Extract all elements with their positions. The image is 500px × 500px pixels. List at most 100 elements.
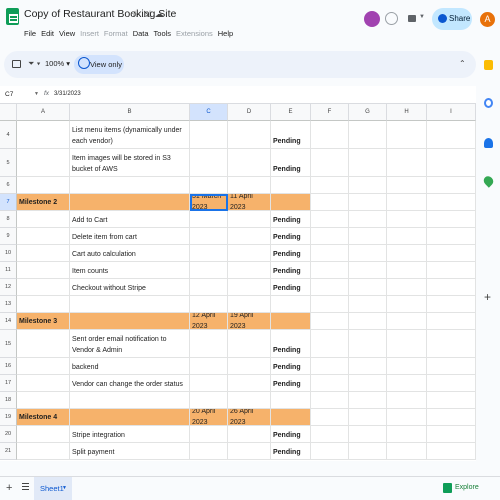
cell-g4[interactable] bbox=[349, 121, 387, 149]
cell-g8[interactable] bbox=[349, 211, 387, 228]
cell-g20[interactable] bbox=[349, 426, 387, 443]
cell-h15[interactable] bbox=[387, 330, 427, 358]
cell-i7[interactable] bbox=[427, 194, 476, 211]
cell-g13[interactable] bbox=[349, 296, 387, 313]
cell-g12[interactable] bbox=[349, 279, 387, 296]
share-button[interactable]: Share bbox=[432, 8, 472, 30]
cell-c16[interactable] bbox=[190, 358, 228, 375]
cell-e19[interactable] bbox=[271, 409, 311, 426]
cell-c15[interactable] bbox=[190, 330, 228, 358]
row-header[interactable]: 12 bbox=[0, 279, 17, 296]
cell-g9[interactable] bbox=[349, 228, 387, 245]
row-header[interactable]: 17 bbox=[0, 375, 17, 392]
cell-i4[interactable] bbox=[427, 121, 476, 149]
cell-g17[interactable] bbox=[349, 375, 387, 392]
row-header[interactable]: 10 bbox=[0, 245, 17, 262]
cell-e21[interactable]: Pending bbox=[271, 443, 311, 460]
cell-h16[interactable] bbox=[387, 358, 427, 375]
cell-c19[interactable]: 20 April 2023 bbox=[190, 409, 228, 426]
cell-g11[interactable] bbox=[349, 262, 387, 279]
cell-e18[interactable] bbox=[271, 392, 311, 409]
cell-e14[interactable] bbox=[271, 313, 311, 330]
cell-f10[interactable] bbox=[311, 245, 349, 262]
cell-a14[interactable]: Milestone 3 bbox=[17, 313, 70, 330]
menu-file[interactable]: File bbox=[24, 29, 36, 38]
maps-icon[interactable] bbox=[481, 174, 496, 188]
cell-c14[interactable]: 12 April 2023 bbox=[190, 313, 228, 330]
explore-icon[interactable] bbox=[443, 483, 452, 493]
cell-a10[interactable] bbox=[17, 245, 70, 262]
cell-g15[interactable] bbox=[349, 330, 387, 358]
cell-g5[interactable] bbox=[349, 149, 387, 177]
cell-e7[interactable] bbox=[271, 194, 311, 211]
cell-d21[interactable] bbox=[228, 443, 271, 460]
cell-d11[interactable] bbox=[228, 262, 271, 279]
cell-a19[interactable]: Milestone 4 bbox=[17, 409, 70, 426]
cell-a9[interactable] bbox=[17, 228, 70, 245]
cell-d9[interactable] bbox=[228, 228, 271, 245]
cell-i14[interactable] bbox=[427, 313, 476, 330]
cell-f11[interactable] bbox=[311, 262, 349, 279]
cell-c13[interactable] bbox=[190, 296, 228, 313]
column-header-b[interactable]: B bbox=[70, 104, 190, 121]
cell-h5[interactable] bbox=[387, 149, 427, 177]
add-addon-icon[interactable]: + bbox=[484, 290, 491, 304]
row-header[interactable]: 7 bbox=[0, 194, 17, 211]
cell-h11[interactable] bbox=[387, 262, 427, 279]
cell-c18[interactable] bbox=[190, 392, 228, 409]
cell-c21[interactable] bbox=[190, 443, 228, 460]
row-header[interactable]: 5 bbox=[0, 149, 17, 177]
cell-c12[interactable] bbox=[190, 279, 228, 296]
cell-b11[interactable]: Item counts bbox=[70, 262, 190, 279]
cell-g6[interactable] bbox=[349, 177, 387, 194]
cell-i21[interactable] bbox=[427, 443, 476, 460]
cell-c6[interactable] bbox=[190, 177, 228, 194]
cell-c4[interactable] bbox=[190, 121, 228, 149]
cell-h18[interactable] bbox=[387, 392, 427, 409]
cell-h8[interactable] bbox=[387, 211, 427, 228]
cell-h9[interactable] bbox=[387, 228, 427, 245]
cell-d6[interactable] bbox=[228, 177, 271, 194]
cell-f7[interactable] bbox=[311, 194, 349, 211]
cell-a16[interactable] bbox=[17, 358, 70, 375]
cell-i8[interactable] bbox=[427, 211, 476, 228]
cell-g16[interactable] bbox=[349, 358, 387, 375]
cell-h19[interactable] bbox=[387, 409, 427, 426]
cell-f12[interactable] bbox=[311, 279, 349, 296]
cell-a7[interactable]: Milestone 2 bbox=[17, 194, 70, 211]
cell-d13[interactable] bbox=[228, 296, 271, 313]
print-icon[interactable] bbox=[12, 60, 21, 68]
cell-h10[interactable] bbox=[387, 245, 427, 262]
cell-b16[interactable]: Add the order in the Admin & Vendor back… bbox=[70, 358, 190, 375]
cell-f13[interactable] bbox=[311, 296, 349, 313]
row-header[interactable]: 19 bbox=[0, 409, 17, 426]
cell-f15[interactable] bbox=[311, 330, 349, 358]
cell-i9[interactable] bbox=[427, 228, 476, 245]
cell-a4[interactable] bbox=[17, 121, 70, 149]
all-sheets-icon[interactable] bbox=[22, 483, 29, 490]
cell-a5[interactable] bbox=[17, 149, 70, 177]
cell-i15[interactable] bbox=[427, 330, 476, 358]
row-header[interactable]: 8 bbox=[0, 211, 17, 228]
cell-b15[interactable]: Sent order email notification to Vendor … bbox=[70, 330, 190, 358]
cell-h4[interactable] bbox=[387, 121, 427, 149]
cell-b19[interactable] bbox=[70, 409, 190, 426]
cell-c8[interactable] bbox=[190, 211, 228, 228]
cell-d17[interactable] bbox=[228, 375, 271, 392]
cell-b14[interactable] bbox=[70, 313, 190, 330]
cell-a21[interactable] bbox=[17, 443, 70, 460]
cell-c9[interactable] bbox=[190, 228, 228, 245]
cell-e10[interactable]: Pending bbox=[271, 245, 311, 262]
account-avatar[interactable]: A bbox=[480, 12, 495, 27]
row-header[interactable]: 4 bbox=[0, 121, 17, 149]
cell-f18[interactable] bbox=[311, 392, 349, 409]
column-header-c[interactable]: C bbox=[190, 104, 228, 121]
zoom-select[interactable]: 100% ▾ bbox=[45, 59, 70, 68]
column-header-e[interactable]: E bbox=[271, 104, 311, 121]
filter-icon[interactable]: ⏷ ▾ bbox=[28, 59, 41, 69]
cell-h13[interactable] bbox=[387, 296, 427, 313]
cell-h21[interactable] bbox=[387, 443, 427, 460]
cell-c11[interactable] bbox=[190, 262, 228, 279]
menu-edit[interactable]: Edit bbox=[41, 29, 54, 38]
cell-i12[interactable] bbox=[427, 279, 476, 296]
